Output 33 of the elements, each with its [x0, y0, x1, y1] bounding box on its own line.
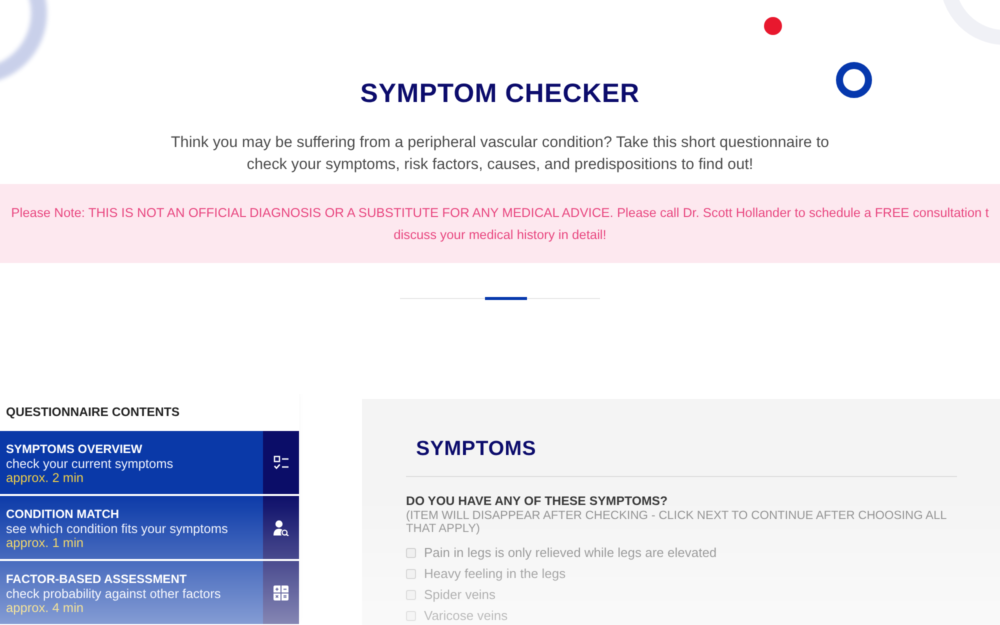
symptom-label[interactable]: Heavy feeling in the legs	[424, 566, 566, 582]
page-title: SYMPTOM CHECKER	[360, 77, 640, 110]
contents-item[interactable]: SYMPTOMS OVERVIEW check your current symptoms approx. 2 min	[0, 431, 299, 494]
symptom-label[interactable]: Pain in legs is only relieved while legs are elevated	[424, 545, 717, 561]
notice-text: Please Note: THIS IS NOT AN OFFICIAL DIAGNOSIS OR A SUBSTITUTE FOR ANY MEDICAL ADVICE. Please call Dr. Scott Hollander to schedule a FREE consultation t	[11, 204, 989, 222]
item-title: SYMPTOMS OVERVIEW	[6, 442, 142, 456]
item-title: CONDITION MATCH	[6, 507, 120, 522]
item-description: see which condition fits your symptoms	[6, 522, 228, 536]
symptom-label[interactable]: Spider veins	[424, 587, 496, 603]
intro-text: Think you may be suffering from a peripheral vascular condition? Take this short questionnaire to check your symptoms, risk factors, causes, and predispositions to find out!	[170, 133, 830, 175]
checkbox[interactable]	[406, 611, 416, 621]
item-duration: approx. 4 min	[6, 601, 84, 616]
checklist-icon	[273, 454, 289, 470]
checkbox[interactable]	[406, 590, 416, 600]
dot-icon	[764, 17, 782, 35]
checkbox[interactable]	[406, 569, 416, 579]
notice-text: discuss your medical history in detail!	[394, 226, 606, 244]
symptom-label[interactable]: Varicose veins	[424, 608, 508, 624]
contents-item[interactable]: FACTOR-BASED ASSESSMENT check probability against other factors approx. 4 min	[0, 561, 299, 624]
item-description: check your current symptoms	[6, 456, 174, 471]
item-title: FACTOR-BASED ASSESSMENT	[6, 572, 187, 586]
item-duration: approx. 2 min	[6, 471, 84, 486]
item-duration: approx. 1 min	[6, 536, 84, 550]
section-title: SYMPTOMS	[415, 436, 538, 462]
checkbox[interactable]	[406, 548, 416, 558]
item-description: check probability against other factors	[6, 586, 221, 601]
sidebar-heading: QUESTIONNAIRE CONTENTS	[5, 404, 181, 421]
contents-item[interactable]: CONDITION MATCH see which condition fits your symptoms approx. 1 min	[0, 496, 299, 559]
ring-icon	[836, 62, 872, 98]
user-search-icon	[273, 520, 289, 536]
question-hint: (ITEM WILL DISAPPEAR AFTER CHECKING - CLICK NEXT TO CONTINUE AFTER CHOOSING ALL THAT APPLY)	[406, 508, 948, 534]
question-text: DO YOU HAVE ANY OF THESE SYMPTOMS?	[406, 495, 669, 508]
calculator-icon	[273, 584, 289, 600]
